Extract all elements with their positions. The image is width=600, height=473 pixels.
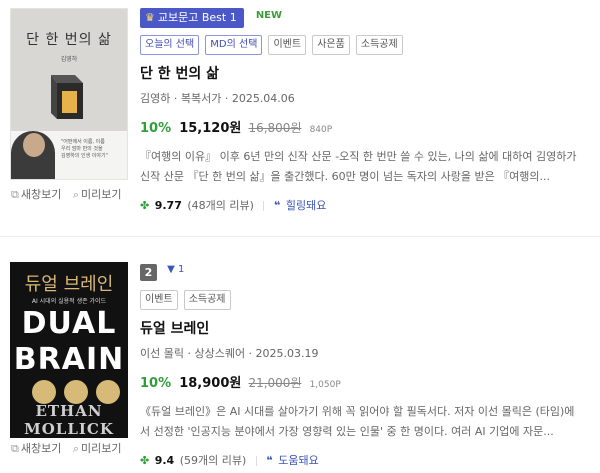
cover-award-badge [96, 380, 120, 404]
cover-tools: ⧉ 새창보기 ⌕ 미리보기 [11, 186, 129, 202]
rating-score: 9.77 [154, 199, 182, 212]
book-description: 『여행의 이유』 이후 6년 만의 신작 산문 -오직 한 번만 쓸 수 있는,… [140, 150, 577, 183]
sale-price: 18,900원 [179, 376, 242, 391]
review-count[interactable]: (48개의 리뷰) [187, 199, 254, 212]
review-count[interactable]: (59개의 리뷰) [180, 454, 247, 467]
rating-row: ✤ 9.77 (48개의 리뷰) ❝ 힐링돼요 [140, 197, 592, 215]
cover-author-photo: "어떤에서 이름, 이름 우리 엄마 만의 것을 김영하의 인생 이야기" [11, 131, 127, 179]
book-info: ♛ 교보문고 Best 1 NEW 오늘의 선택 MD의 선택 이벤트 사은품 소… [140, 6, 592, 215]
new-label: NEW [255, 10, 283, 21]
cover-author: ETHAN MOLLICK [24, 402, 114, 438]
cover-title: 단 한 번의 삶 [26, 32, 112, 48]
divider [255, 456, 257, 466]
book-info: 2 ▼ 1 이벤트 소득공제 듀얼 브레인 이선 몰릭 · 상상스퀘어 · 20… [140, 261, 592, 470]
cover-title-line1: DUAL [21, 306, 117, 341]
cover-award-badge [32, 380, 56, 404]
book-meta: 이선 몰릭 · 상상스퀘어 · 2025.03.19 [140, 347, 319, 360]
rating-row: ✤ 9.4 (59개의 리뷰) ❝ 도움돼요 [140, 452, 592, 470]
original-price: 21,000원 [248, 376, 302, 390]
tag-event[interactable]: 이벤트 [140, 290, 178, 310]
external-link-icon: ⧉ [11, 188, 19, 201]
book-cover[interactable]: 듀얼 브레인 AI 시대의 실용적 생존 가이드 DUAL BRAIN ETHA… [10, 262, 128, 438]
book-item: 단 한 번의 삶 김영하 "어떤에서 이름, 이름 우리 엄마 만의 것을 김영… [0, 0, 600, 228]
cover-author: 김영하 [60, 56, 78, 63]
cover-title-korean: 듀얼 브레인 [24, 274, 114, 295]
tag-todays-pick[interactable]: 오늘의 선택 [140, 35, 200, 55]
divider [263, 201, 265, 211]
quote-icon: ❝ [273, 199, 281, 212]
review-keyword: 힐링돼요 [285, 199, 327, 212]
rating-score: 9.4 [154, 454, 175, 467]
best-badge: ♛ 교보문고 Best 1 [140, 8, 244, 28]
price-row: 10% 18,900원 21,000원 1,050P [140, 372, 592, 392]
cover-subtitle: AI 시대의 실용적 생존 가이드 [31, 298, 107, 305]
tag-list: 이벤트 소득공제 [140, 287, 592, 310]
book-title[interactable]: 듀얼 브레인 [140, 318, 592, 338]
tag-tax-deduction[interactable]: 소득공제 [355, 35, 403, 55]
clover-icon: ✤ [140, 199, 150, 212]
clover-icon: ✤ [140, 454, 150, 467]
review-keyword: 도움돼요 [278, 454, 319, 467]
cover-award-badge [64, 380, 88, 404]
original-price: 16,800원 [248, 121, 302, 135]
tag-list: 오늘의 선택 MD의 선택 이벤트 사은품 소득공제 [140, 32, 592, 55]
discount-rate: 10% [140, 121, 172, 136]
tag-tax-deduction[interactable]: 소득공제 [183, 290, 231, 310]
points: 1,050P [309, 380, 341, 390]
sale-price: 15,120원 [179, 121, 242, 136]
book-title[interactable]: 단 한 번의 삶 [140, 63, 592, 83]
book-item: 듀얼 브레인 AI 시대의 실용적 생존 가이드 DUAL BRAIN ETHA… [0, 258, 600, 473]
tag-event[interactable]: 이벤트 [268, 35, 307, 55]
points: 840P [309, 125, 333, 135]
new-window-link[interactable]: ⧉ 새창보기 [11, 442, 61, 455]
cover-title-line2: BRAIN [13, 342, 125, 377]
crown-icon: ♛ [145, 11, 155, 24]
quote-icon: ❝ [266, 454, 273, 467]
book-description: 《듀얼 브레인》은 AI 시대를 살아가기 위해 꼭 읽어야 할 필독서다. 저… [140, 405, 575, 438]
discount-rate: 10% [140, 376, 172, 391]
rank-change: ▼ 1 [167, 264, 185, 275]
book-meta: 김영하 · 복복서가 · 2025.04.06 [140, 92, 295, 105]
item-separator [0, 236, 600, 237]
search-icon: ⌕ [72, 442, 80, 455]
preview-link[interactable]: ⌕ 미리보기 [73, 188, 122, 201]
external-link-icon: ⧉ [11, 442, 19, 455]
cover-illustration [51, 75, 83, 119]
tag-gift[interactable]: 사은품 [312, 35, 350, 55]
tag-md-pick[interactable]: MD의 선택 [205, 35, 263, 55]
book-cover[interactable]: 단 한 번의 삶 김영하 "어떤에서 이름, 이름 우리 엄마 만의 것을 김영… [10, 8, 128, 180]
price-row: 10% 15,120원 16,800원 840P [140, 117, 592, 137]
search-icon: ⌕ [72, 188, 80, 201]
cover-tools: ⧉ 새창보기 ⌕ 미리보기 [11, 440, 129, 456]
rank-badge: 2 [140, 264, 157, 281]
new-window-link[interactable]: ⧉ 새창보기 [11, 188, 61, 201]
preview-link[interactable]: ⌕ 미리보기 [73, 442, 122, 455]
